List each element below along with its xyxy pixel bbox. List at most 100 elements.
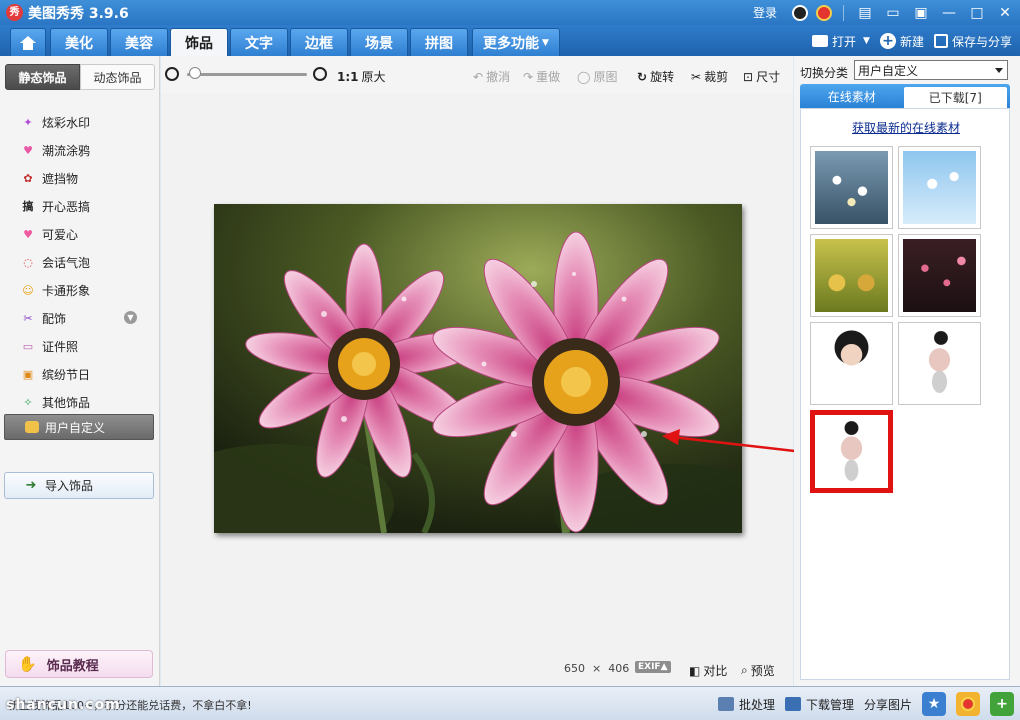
feedback-icon[interactable]: ▭ bbox=[882, 3, 904, 23]
daisies-image bbox=[815, 151, 888, 224]
category-item[interactable]: ☺ 卡通形象 bbox=[20, 276, 150, 304]
edited-photo[interactable] bbox=[214, 204, 742, 533]
skin-icon[interactable]: ▤ bbox=[854, 3, 876, 23]
category-item[interactable]: ✂ 配饰 ▼ bbox=[20, 304, 150, 332]
category-item[interactable]: ◌ 会话气泡 bbox=[20, 248, 150, 276]
share-image-button[interactable]: 分享图片 bbox=[864, 696, 912, 713]
sparkle-icon: ✦ bbox=[23, 115, 33, 129]
status-bar: 新上线饰品100+，积分还能兑话费，不拿白不拿! shancun.com 批处理… bbox=[0, 686, 1020, 720]
exif-button[interactable]: EXIF▲ bbox=[635, 661, 671, 673]
tab-label: 美容 bbox=[125, 35, 153, 52]
batch-process-button[interactable]: 批处理 bbox=[717, 696, 775, 713]
resize-button[interactable]: ⊡ 尺寸 bbox=[743, 68, 780, 85]
compare-button[interactable]: ◧ 对比 bbox=[689, 662, 727, 679]
undo-button[interactable]: ↶ 撤消 bbox=[473, 68, 510, 85]
material-tabs: 在线素材 已下载[7] bbox=[800, 84, 1010, 108]
material-thumbnail-selected[interactable] bbox=[810, 410, 893, 493]
tab-animated-accessories[interactable]: 动态饰品 bbox=[80, 64, 155, 90]
expand-down-icon[interactable]: ▼ bbox=[124, 311, 137, 324]
bow-icon: ✂ bbox=[23, 311, 33, 325]
tab-scene[interactable]: 场景 bbox=[350, 28, 408, 56]
weibo-icon[interactable] bbox=[815, 4, 833, 22]
material-thumbnail[interactable] bbox=[810, 146, 893, 229]
material-thumbnail[interactable] bbox=[810, 322, 893, 405]
rotate-icon: ↻ bbox=[637, 69, 648, 84]
rotate-button[interactable]: ↻ 旋转 bbox=[637, 68, 674, 85]
category-item[interactable]: ♥ 可爱心 bbox=[20, 220, 150, 248]
category-item[interactable]: ✦ 炫彩水印 bbox=[20, 108, 150, 136]
download-manager-label: 下载管理 bbox=[805, 697, 854, 712]
tab-accessories[interactable]: 饰品 bbox=[170, 28, 228, 56]
category-label: 配饰 bbox=[42, 311, 67, 326]
import-accessory-button[interactable]: ➜ 导入饰品 bbox=[4, 472, 154, 499]
original-size-label: 原大 bbox=[361, 70, 386, 84]
material-panel: 切换分类 用户自定义 在线素材 已下载[7] 获取最新的在线素材 bbox=[794, 56, 1020, 686]
zoom-slider-handle[interactable] bbox=[189, 67, 201, 79]
status-bar-actions: 批处理 下载管理 分享图片 ★ + bbox=[717, 691, 1014, 717]
accessory-type-tabs: 静态饰品 动态饰品 bbox=[5, 64, 155, 90]
tab-label: 美化 bbox=[65, 35, 93, 52]
category-item[interactable]: ▣ 缤纷节日 bbox=[20, 360, 150, 388]
qzone-star-icon[interactable]: ★ bbox=[922, 692, 946, 716]
tab-label: 拼图 bbox=[425, 35, 453, 52]
category-item[interactable]: ♥ 潮流涂鸦 bbox=[20, 136, 150, 164]
material-thumbnail[interactable] bbox=[898, 322, 981, 405]
more-share-plus-icon[interactable]: + bbox=[990, 692, 1014, 716]
tab-static-accessories[interactable]: 静态饰品 bbox=[5, 64, 80, 90]
crop-button[interactable]: ✂ 裁剪 bbox=[691, 68, 728, 85]
tab-more-features[interactable]: 更多功能 ▼ bbox=[472, 28, 560, 56]
category-item[interactable]: ✿ 遮挡物 bbox=[20, 164, 150, 192]
download-manager-button[interactable]: 下载管理 bbox=[784, 696, 854, 713]
tab-makeup[interactable]: 美容 bbox=[110, 28, 168, 56]
girl-portrait-image bbox=[815, 327, 888, 400]
weibo-share-icon[interactable] bbox=[956, 692, 980, 716]
get-latest-materials-link[interactable]: 获取最新的在线素材 bbox=[801, 119, 1011, 136]
tab-collage[interactable]: 拼图 bbox=[410, 28, 468, 56]
title-bar-actions: 登录 ▤ ▭ ▣ — □ ✕ bbox=[753, 0, 1016, 25]
tab-downloaded[interactable]: 已下载[7] bbox=[903, 87, 1007, 108]
tab-label: 边框 bbox=[305, 35, 333, 52]
original-image-button[interactable]: ◯ 原图 bbox=[577, 68, 617, 85]
accessory-tutorial-button[interactable]: ✋ 饰品教程 bbox=[5, 650, 153, 678]
category-select[interactable]: 用户自定义 bbox=[854, 60, 1008, 80]
redo-button[interactable]: ↷ 重做 bbox=[523, 68, 560, 85]
times-sign: × bbox=[592, 662, 602, 675]
actual-size-button[interactable]: 1:1 原大 bbox=[337, 68, 386, 85]
preview-label: 预览 bbox=[750, 664, 775, 678]
chevron-down-icon: ▼ bbox=[863, 36, 870, 46]
minimize-button[interactable]: — bbox=[938, 3, 960, 23]
compare-icon: ◧ bbox=[689, 663, 701, 678]
maximize-button[interactable]: □ bbox=[966, 3, 988, 23]
category-item-user-defined[interactable]: 用户自定义 bbox=[4, 414, 154, 440]
compare-label: 对比 bbox=[703, 664, 728, 678]
main-tab-bar: 美化 美容 饰品 文字 边框 场景 拼图 更多功能 ▼ 打开 ▼ + 新建 保存与分享 bbox=[0, 25, 1020, 56]
menu-icon[interactable]: ▣ bbox=[910, 3, 932, 23]
new-button[interactable]: + 新建 bbox=[879, 33, 924, 50]
home-icon bbox=[20, 35, 36, 50]
open-button[interactable]: 打开 ▼ bbox=[812, 33, 870, 50]
tab-online-materials[interactable]: 在线素材 bbox=[800, 84, 904, 108]
material-thumbnail[interactable] bbox=[810, 234, 893, 317]
category-item[interactable]: ✧ 其他饰品 bbox=[20, 388, 150, 416]
share-image-label: 分享图片 bbox=[863, 697, 912, 712]
login-link[interactable]: 登录 bbox=[753, 4, 777, 21]
tab-beautify[interactable]: 美化 bbox=[50, 28, 108, 56]
tab-border[interactable]: 边框 bbox=[290, 28, 348, 56]
material-thumbnail[interactable] bbox=[898, 234, 981, 317]
category-item[interactable]: 搞开心恶搞 bbox=[20, 192, 150, 220]
material-thumbnail[interactable] bbox=[898, 146, 981, 229]
tab-text[interactable]: 文字 bbox=[230, 28, 288, 56]
zoom-slider[interactable] bbox=[187, 73, 307, 76]
close-button[interactable]: ✕ bbox=[994, 3, 1016, 23]
zoom-in-icon[interactable] bbox=[313, 67, 327, 81]
image-height: 406 bbox=[608, 662, 630, 675]
tab-home[interactable] bbox=[10, 28, 46, 56]
qq-icon[interactable] bbox=[791, 4, 809, 22]
download-icon bbox=[784, 697, 801, 711]
zoom-out-icon[interactable] bbox=[165, 67, 179, 81]
save-share-button[interactable]: 保存与分享 bbox=[933, 33, 1012, 50]
category-item[interactable]: ▭ 证件照 bbox=[20, 332, 150, 360]
prank-icon: 搞 bbox=[22, 200, 34, 213]
girl-standing-small-image bbox=[818, 418, 885, 485]
preview-button[interactable]: ⌕ 预览 bbox=[741, 662, 775, 679]
